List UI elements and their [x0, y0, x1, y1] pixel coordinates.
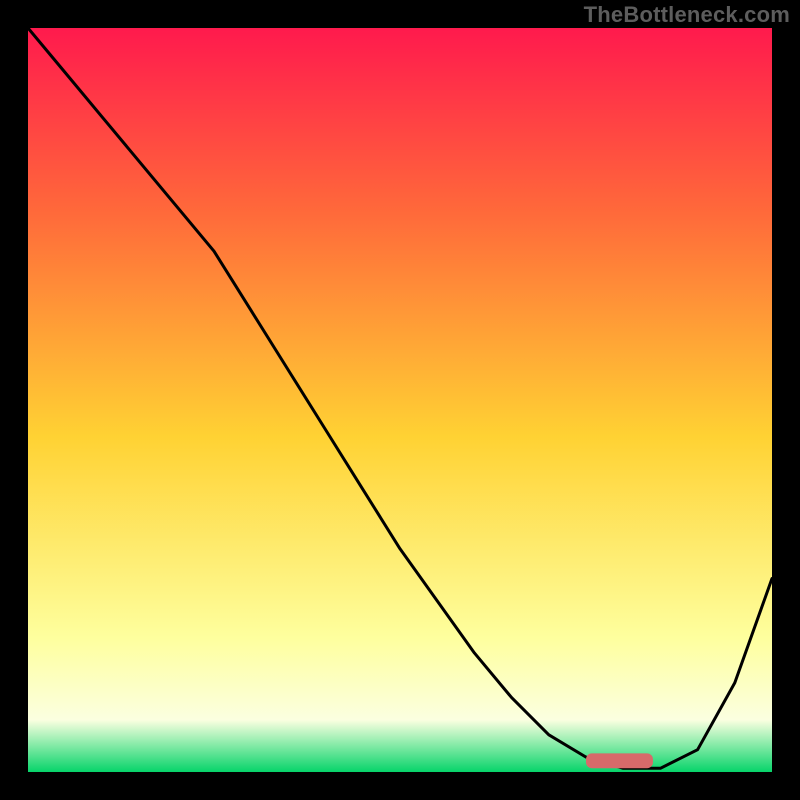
watermark-text: TheBottleneck.com: [584, 2, 790, 28]
chart-background: [28, 28, 772, 772]
chart-root: TheBottleneck.com: [0, 0, 800, 800]
optimal-marker: [586, 753, 653, 768]
bottleneck-chart: [28, 28, 772, 772]
